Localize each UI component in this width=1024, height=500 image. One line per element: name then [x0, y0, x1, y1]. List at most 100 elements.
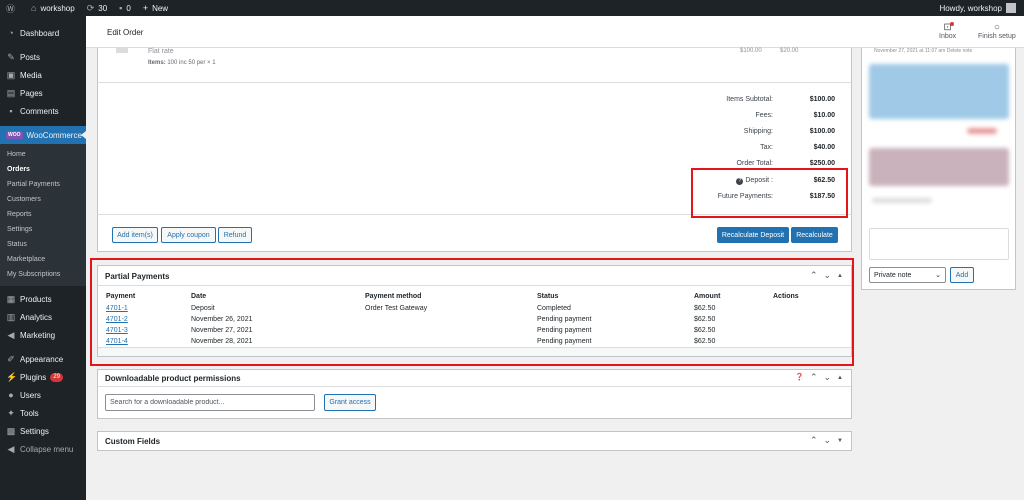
refresh-icon: ⟳ [86, 2, 95, 13]
comment-icon: ▪ [9, 106, 13, 116]
page-header: Edit Order ⊡ Inbox ○ Finish setup [86, 16, 1024, 48]
menu-tools[interactable]: ✦ Tools [0, 404, 86, 422]
menu-settings[interactable]: ▩ Settings [0, 422, 86, 440]
submenu-reports[interactable]: Reports [0, 207, 86, 222]
downloadable-permissions-header: Downloadable product permissions ❓ ⌃ ⌄ ▲ [98, 370, 851, 387]
submenu-marketplace[interactable]: Marketplace [0, 252, 86, 267]
collapse-icon: ◀ [7, 443, 15, 454]
note-meta: November 27, 2021 at 11:07 am Delete not… [874, 48, 973, 54]
submenu-settings[interactable]: Settings [0, 222, 86, 237]
custom-fields-title: Custom Fields [105, 437, 161, 446]
item-thumbnail [116, 48, 128, 53]
downloadable-permissions-title: Downloadable product permissions [105, 374, 241, 383]
admin-sidebar: ◔ Dashboard ✎ Posts ▣ Media ▤ Pages ▪ Comment… [0, 16, 86, 500]
progress-circle-icon: ○ [993, 22, 1000, 33]
wrench-icon: ✦ [7, 407, 15, 418]
chevron-down-icon[interactable]: ⌄ [824, 435, 832, 447]
menu-analytics[interactable]: ▥ Analytics [0, 308, 86, 326]
order-items-panel: Flat rate $100.00 $20.00 Items: 100 inc … [97, 48, 852, 82]
wp-logo-menu[interactable]: Ⓦ [0, 0, 25, 16]
item-meta: Items: 100 inc 50 per × 1 [148, 60, 216, 66]
box-controls: ❓ ⌃ ⌄ ▲ [795, 372, 843, 384]
site-name-link[interactable]: ⌂ workshop [25, 0, 81, 16]
note-type-select[interactable]: Private note ⌄ [869, 267, 946, 283]
chevron-down-icon: ⌄ [935, 272, 941, 279]
add-note-button[interactable]: Add [950, 267, 974, 283]
deposit-highlight-box [691, 168, 848, 218]
grant-access-button[interactable]: Grant access [324, 394, 376, 411]
redacted-note-2 [869, 148, 1009, 186]
tax-row: Tax: $40.00 [760, 144, 835, 151]
plugin-icon: ⚡ [6, 371, 18, 382]
add-note-textarea[interactable] [869, 228, 1009, 260]
item-tax: $20.00 [780, 48, 799, 54]
item-cost: $100.00 [740, 48, 762, 54]
chevron-down-icon[interactable]: ⌄ [824, 372, 832, 384]
shipping-method-name: Flat rate [148, 48, 174, 55]
menu-appearance[interactable]: ✐ Appearance [0, 350, 86, 368]
chevron-up-icon[interactable]: ⌃ [810, 372, 818, 384]
menu-media[interactable]: ▣ Media [0, 66, 86, 84]
partial-payments-highlight-box [90, 258, 854, 366]
fees-row: Fees: $10.00 [755, 112, 835, 119]
user-icon: ● [8, 390, 14, 400]
settings-icon: ▩ [6, 425, 16, 436]
toggle-triangle-icon[interactable]: ▼ [837, 435, 843, 447]
order-notes-panel: November 27, 2021 at 11:07 am Delete not… [861, 48, 1016, 290]
submenu-orders[interactable]: Orders [0, 162, 86, 177]
help-icon[interactable]: ❓ [795, 372, 804, 384]
submenu-customers[interactable]: Customers [0, 192, 86, 207]
woo-icon: WOO [6, 131, 23, 139]
page-title: Edit Order [107, 28, 144, 37]
inbox-button[interactable]: ⊡ Inbox [939, 22, 956, 40]
items-subtotal-row: Items Subtotal: $100.00 [726, 96, 835, 103]
redacted-label [872, 198, 932, 203]
comment-icon: ▪ [119, 3, 123, 13]
toggle-triangle-icon[interactable]: ▲ [837, 372, 843, 384]
menu-marketing[interactable]: ◀ Marketing [0, 326, 86, 344]
submenu-home[interactable]: Home [0, 147, 86, 162]
updates-link[interactable]: ⟳ 30 [81, 0, 113, 16]
menu-woocommerce[interactable]: WOO WooCommerce [0, 126, 86, 144]
chevron-up-icon[interactable]: ⌃ [810, 435, 818, 447]
chart-icon: ▥ [6, 311, 16, 322]
collapse-menu-button[interactable]: ◀ Collapse menu [0, 440, 86, 458]
dashboard-icon: ◔ [8, 28, 14, 38]
refund-button[interactable]: Refund [218, 227, 252, 243]
apply-coupon-button[interactable]: Apply coupon [161, 227, 216, 243]
admin-bar: Ⓦ ⌂ workshop ⟳ 30 ▪ 0 + New Howdy, workshop [0, 0, 1024, 16]
downloadable-permissions-box: Downloadable product permissions ❓ ⌃ ⌄ ▲… [97, 369, 852, 419]
menu-dashboard[interactable]: ◔ Dashboard [0, 24, 86, 42]
menu-products[interactable]: ▦ Products [0, 290, 86, 308]
brush-icon: ✐ [7, 353, 15, 364]
menu-users[interactable]: ● Users [0, 386, 86, 404]
submenu-my-subscriptions[interactable]: My Subscriptions [0, 267, 86, 282]
menu-plugins[interactable]: ⚡ Plugins 29 [0, 368, 86, 386]
downloadable-product-search-input[interactable] [105, 394, 315, 411]
home-icon: ⌂ [31, 3, 37, 13]
menu-comments[interactable]: ▪ Comments [0, 102, 86, 120]
products-icon: ▦ [6, 293, 16, 304]
wordpress-icon: Ⓦ [6, 3, 16, 14]
menu-posts[interactable]: ✎ Posts [0, 48, 86, 66]
my-account-link[interactable]: Howdy, workshop [939, 3, 1024, 13]
redacted-note-1 [869, 64, 1009, 119]
shipping-row: Shipping: $100.00 [743, 128, 835, 135]
comments-link[interactable]: ▪ 0 [113, 0, 137, 16]
order-actions-panel: Add item(s) Apply coupon Refund Recalcul… [97, 214, 852, 252]
recalculate-button[interactable]: Recalculate [791, 227, 838, 243]
add-items-button[interactable]: Add item(s) [112, 227, 158, 243]
avatar [1006, 3, 1016, 13]
recalculate-deposit-button[interactable]: Recalculate Deposit [717, 227, 789, 243]
plugins-update-badge: 29 [50, 372, 63, 382]
new-content-link[interactable]: + New [137, 0, 174, 16]
menu-pages[interactable]: ▤ Pages [0, 84, 86, 102]
custom-fields-box: Custom Fields ⌃ ⌄ ▼ [97, 431, 852, 451]
pin-icon: ✎ [7, 51, 15, 62]
media-icon: ▣ [6, 69, 16, 80]
pages-icon: ▤ [6, 87, 16, 98]
submenu-status[interactable]: Status [0, 237, 86, 252]
plus-icon: + [142, 3, 149, 13]
finish-setup-button[interactable]: ○ Finish setup [978, 22, 1016, 40]
submenu-partial-payments[interactable]: Partial Payments [0, 177, 86, 192]
